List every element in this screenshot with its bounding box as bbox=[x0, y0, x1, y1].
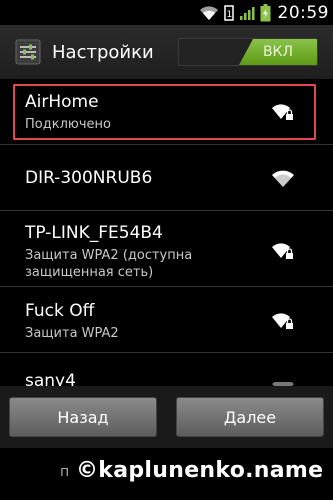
status-clock: 20:59 bbox=[277, 2, 329, 23]
wifi-toggle[interactable]: ВКЛ bbox=[178, 38, 318, 66]
network-status: Защита WPA2 (доступна защищенная сеть) bbox=[25, 248, 193, 280]
network-status: Защита WPA2 bbox=[25, 326, 119, 341]
toggle-on-label: ВКЛ bbox=[239, 39, 317, 65]
wifi-icon bbox=[199, 5, 219, 21]
network-item-tp-link[interactable]: TP-LINK_FE54B4 Защита WPA2 (доступна защ… bbox=[0, 211, 333, 287]
watermark: ©kaplunenko.name bbox=[76, 458, 324, 483]
network-name: Fuck Off bbox=[25, 301, 95, 321]
network-item-fuck-off[interactable]: Fuck Off Защита WPA2 bbox=[0, 287, 333, 353]
signal-icon bbox=[239, 5, 255, 21]
next-button[interactable]: Далее bbox=[176, 397, 324, 437]
battery-icon bbox=[260, 3, 271, 22]
button-bar: Назад Далее bbox=[0, 386, 333, 448]
wifi-locked-icon bbox=[271, 241, 295, 265]
selected-network-highlight bbox=[13, 84, 316, 140]
settings-sliders-icon bbox=[14, 38, 42, 66]
network-name: TP-LINK_FE54B4 bbox=[25, 223, 163, 243]
network-name: DIR-300NRUB6 bbox=[25, 168, 153, 188]
page-title: Настройки bbox=[52, 41, 154, 63]
bottom-area: п ©kaplunenko.name bbox=[0, 448, 333, 500]
footer-hint: п bbox=[60, 464, 70, 480]
back-button[interactable]: Назад bbox=[9, 397, 157, 437]
wifi-icon bbox=[271, 170, 295, 194]
wifi-locked-icon bbox=[271, 311, 295, 335]
action-bar: Настройки ВКЛ bbox=[0, 25, 333, 79]
status-bar: 1 20:59 bbox=[0, 0, 333, 25]
svg-text:1: 1 bbox=[226, 10, 232, 20]
network-item-dir-300nrub6[interactable]: DIR-300NRUB6 bbox=[0, 145, 333, 211]
sim-icon: 1 bbox=[223, 4, 234, 21]
